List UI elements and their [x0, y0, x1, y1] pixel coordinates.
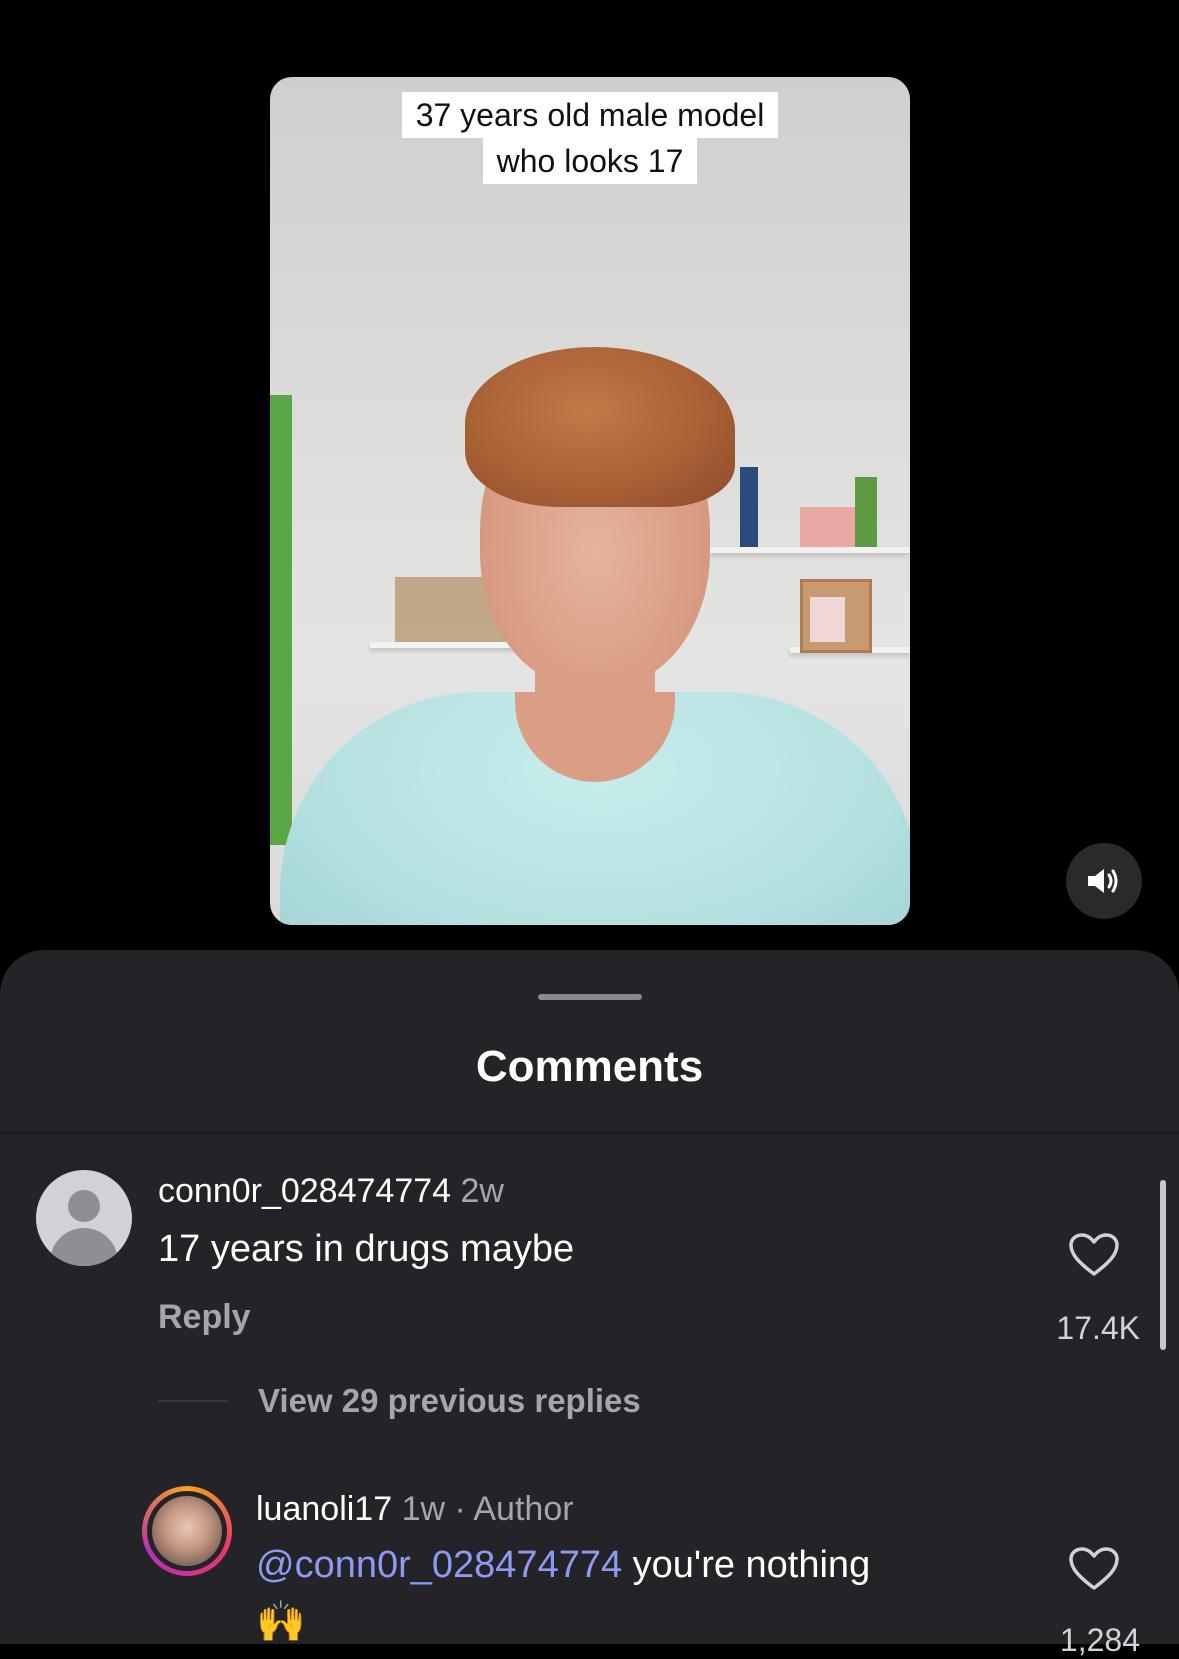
- comment-username[interactable]: luanoli17: [256, 1490, 392, 1528]
- avatar-photo: [152, 1496, 222, 1566]
- comment-text: 17 years in drugs maybe: [158, 1228, 575, 1270]
- comment-header: conn0r_028474774 2w: [158, 1172, 504, 1211]
- default-avatar-icon: [68, 1190, 100, 1222]
- photo-frame: [810, 597, 845, 642]
- like-count: 1,284: [1059, 1622, 1140, 1658]
- caption-line-2: who looks 17: [482, 138, 698, 184]
- video-caption: 37 years old male model who looks 17: [270, 92, 910, 184]
- raising-hands-emoji: 🙌: [256, 1600, 306, 1644]
- heart-icon[interactable]: [1068, 1546, 1120, 1592]
- sheet-title: Comments: [475, 1042, 704, 1091]
- shelf-bottle: [740, 467, 758, 547]
- comments-sheet: Comments conn0r_028474774 2w 17 years in…: [0, 950, 1179, 1658]
- shelf-plant: [855, 477, 877, 547]
- comment-body: you're nothing: [622, 1544, 871, 1586]
- person-hair: [465, 347, 735, 507]
- speaker-icon: [1088, 869, 1118, 893]
- comment-username[interactable]: conn0r_028474774: [158, 1172, 451, 1210]
- view-replies-link[interactable]: View 29 previous replies: [258, 1382, 641, 1420]
- reply-button[interactable]: Reply: [158, 1298, 251, 1337]
- like-count: 17.4K: [1056, 1310, 1140, 1346]
- divider: [0, 1132, 1179, 1134]
- default-avatar-body: [50, 1228, 118, 1266]
- scrollbar[interactable]: [1160, 1180, 1166, 1350]
- sheet-drag-handle[interactable]: [538, 994, 642, 1000]
- heart-icon[interactable]: [1068, 1232, 1120, 1278]
- wall-shelf: [710, 547, 910, 553]
- comment-header: luanoli17 1w · Author: [256, 1490, 574, 1529]
- video-preview[interactable]: 37 years old male model who looks 17: [270, 77, 910, 925]
- caption-line-1: 37 years old male model: [401, 92, 779, 138]
- comment-text: @conn0r_028474774 you're nothing: [256, 1544, 870, 1587]
- avatar[interactable]: [36, 1170, 132, 1266]
- mention-link[interactable]: @conn0r_028474774: [256, 1544, 622, 1586]
- author-avatar[interactable]: [142, 1486, 232, 1576]
- comment-time: 1w · Author: [401, 1490, 574, 1528]
- divider: [158, 1400, 228, 1402]
- comment-time: 2w: [460, 1172, 504, 1210]
- volume-button[interactable]: [1066, 843, 1142, 919]
- shelf-decor: [800, 507, 860, 547]
- background-wall-detail: [270, 395, 292, 845]
